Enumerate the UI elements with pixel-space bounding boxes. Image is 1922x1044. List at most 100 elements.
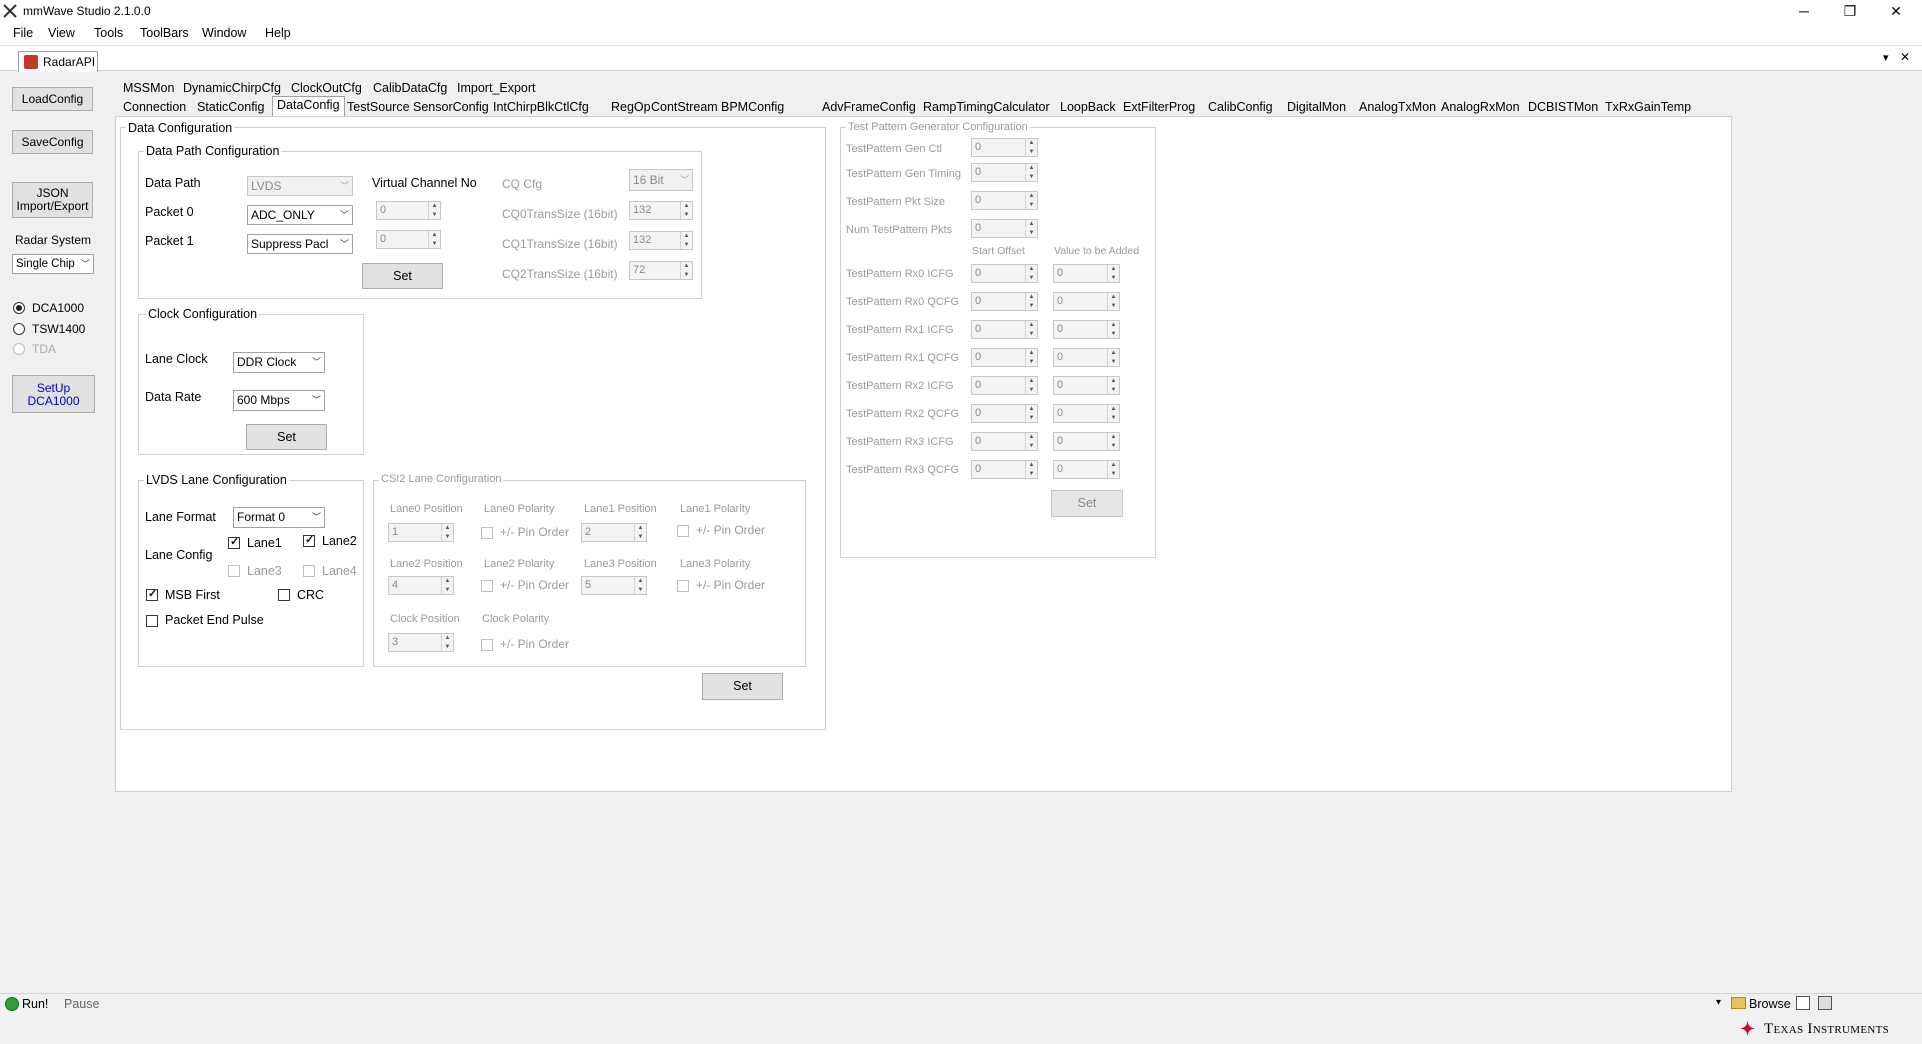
tab-clockoutcfg[interactable]: ClockOutCfg <box>286 79 367 97</box>
pause-button[interactable]: Pause <box>64 997 99 1011</box>
lane-config-label: Lane Config <box>145 548 213 562</box>
spin-down-icon: ▼ <box>680 241 692 249</box>
clock-set-button[interactable]: Set <box>246 424 327 450</box>
tab-advframeconfig[interactable]: AdvFrameConfig <box>817 98 921 116</box>
tab-mssmon[interactable]: MSSMon <box>118 79 179 97</box>
minimize-button[interactable]: ─ <box>1781 0 1827 22</box>
edit-icon[interactable] <box>1796 996 1810 1010</box>
tab-intchirpblkctlcfg[interactable]: IntChirpBlkCtlCfg <box>488 98 594 116</box>
radar-system-label: Radar System <box>15 233 92 247</box>
tab-testsource[interactable]: TestSource <box>342 98 415 116</box>
radar-system-select[interactable]: Single Chip ﹀ <box>12 254 94 274</box>
lane3-pin-order-checkbox <box>677 580 689 592</box>
doc-tab-radarapi[interactable]: RadarAPI <box>18 51 98 72</box>
lane-format-select[interactable]: Format 0 ﹀ <box>233 507 325 528</box>
packet-end-pulse-checkbox[interactable] <box>146 615 158 627</box>
menu-bar: File View Tools ToolBars Window Help <box>0 23 1922 45</box>
tab-extfilterprog[interactable]: ExtFilterProg <box>1118 98 1200 116</box>
clock-pin-order-label: +/- Pin Order <box>500 637 570 651</box>
tab-connection[interactable]: Connection <box>118 98 191 116</box>
radio-dca1000[interactable] <box>13 302 25 314</box>
tab-dcbistmon[interactable]: DCBISTMon <box>1523 98 1603 116</box>
tab-analogtxmon[interactable]: AnalogTxMon <box>1354 98 1441 116</box>
spin-up-icon: ▲ <box>1025 164 1037 172</box>
save-config-button[interactable]: SaveConfig <box>12 130 93 154</box>
tp-row-label: TestPattern Rx3 QCFG <box>846 464 960 476</box>
chevron-down-icon: ﹀ <box>311 357 321 367</box>
pkt-size-value: 0 <box>975 194 982 206</box>
tab-import-export[interactable]: Import_Export <box>452 79 541 97</box>
virtual-channel-0-stepper[interactable]: 0 ▲ ▼ <box>376 201 441 220</box>
close-button[interactable]: ✕ <box>1873 0 1919 22</box>
spin-up-icon: ▲ <box>1107 405 1119 413</box>
tp-value-value: 0 <box>1057 435 1064 447</box>
packet0-select[interactable]: ADC_ONLY ﹀ <box>247 205 353 225</box>
spin-up-icon: ▲ <box>1107 293 1119 301</box>
tab-analogrxmon[interactable]: AnalogRxMon <box>1436 98 1525 116</box>
restore-button[interactable]: ❐ <box>1827 0 1873 22</box>
tp-value-stepper: 0 ▲ ▼ <box>1053 460 1120 479</box>
tab-bpmconfig[interactable]: BPMConfig <box>716 98 789 116</box>
menu-file[interactable]: File <box>13 26 33 40</box>
doc-close-icon[interactable]: ✕ <box>1900 50 1910 64</box>
lane-format-value: Format 0 <box>237 510 286 524</box>
lane1-pin-order-checkbox <box>677 525 689 537</box>
radio-tda <box>13 343 25 355</box>
tab-row-2: Connection StaticConfig DataConfig TestSour… <box>118 96 1718 117</box>
lane0-pin-order-label: +/- Pin Order <box>500 525 570 539</box>
menu-tools[interactable]: Tools <box>94 26 123 40</box>
spin-down-icon: ▼ <box>634 533 646 541</box>
dropdown-arrow-icon[interactable]: ▾ <box>1716 997 1721 1008</box>
lane-clock-select[interactable]: DDR Clock ﹀ <box>233 352 325 373</box>
spin-down-icon[interactable]: ▼ <box>428 240 440 248</box>
msb-first-checkbox[interactable] <box>146 587 158 601</box>
tp-value-value: 0 <box>1057 407 1064 419</box>
load-config-button[interactable]: LoadConfig <box>12 87 93 111</box>
spin-up-icon[interactable]: ▲ <box>428 202 440 210</box>
virtual-channel-1-stepper[interactable]: 0 ▲ ▼ <box>376 230 441 249</box>
test-pattern-title: Test Pattern Generator Configuration <box>846 121 1030 133</box>
settings-icon[interactable] <box>1818 996 1832 1010</box>
tab-calibdatacfg[interactable]: CalibDataCfg <box>368 79 452 97</box>
spin-down-icon[interactable]: ▼ <box>428 211 440 219</box>
lane1-checkbox[interactable] <box>228 535 240 549</box>
data-path-value: LVDS <box>251 179 282 193</box>
lane2-checkbox[interactable] <box>303 533 315 547</box>
spin-up-icon: ▲ <box>634 524 646 532</box>
tab-digitalmon[interactable]: DigitalMon <box>1282 98 1351 116</box>
tab-ramptimingcalculator[interactable]: RampTimingCalculator <box>918 98 1055 116</box>
lane2-pos-stepper: 4 ▲ ▼ <box>388 576 454 595</box>
tab-staticconfig[interactable]: StaticConfig <box>192 98 269 116</box>
spin-up-icon[interactable]: ▲ <box>428 231 440 239</box>
menu-help[interactable]: Help <box>265 26 291 40</box>
run-button[interactable]: Run! <box>22 997 48 1011</box>
tab-txrxgaintemp[interactable]: TxRxGainTemp <box>1600 98 1696 116</box>
packet1-select[interactable]: Suppress Pacl ﹀ <box>247 234 353 254</box>
menu-window[interactable]: Window <box>202 26 246 40</box>
browse-button[interactable]: Browse <box>1749 997 1791 1011</box>
dropdown-arrow-icon[interactable]: ▾ <box>1883 51 1889 64</box>
spin-down-icon: ▼ <box>1025 470 1037 478</box>
tab-dataconfig[interactable]: DataConfig <box>272 96 345 116</box>
crc-checkbox[interactable] <box>278 589 290 601</box>
lane4-checkbox <box>303 565 315 577</box>
tab-sensorconfig[interactable]: SensorConfig <box>408 98 494 116</box>
radio-tsw1400[interactable] <box>13 323 25 335</box>
data-config-set-button[interactable]: Set <box>702 673 783 700</box>
tab-dynamicchirpcfg[interactable]: DynamicChirpCfg <box>178 79 286 97</box>
tp-value-stepper: 0 ▲ ▼ <box>1053 404 1120 423</box>
tab-loopback[interactable]: LoopBack <box>1055 98 1121 116</box>
tab-calibconfig[interactable]: CalibConfig <box>1203 98 1278 116</box>
spin-down-icon: ▼ <box>1025 330 1037 338</box>
json-import-export-button[interactable]: JSON Import/Export <box>12 182 93 218</box>
data-path-set-button[interactable]: Set <box>362 263 443 289</box>
menu-view[interactable]: View <box>48 26 75 40</box>
tp-value-stepper: 0 ▲ ▼ <box>1053 292 1120 311</box>
spin-down-icon: ▼ <box>1107 442 1119 450</box>
spin-down-icon: ▼ <box>680 271 692 279</box>
data-rate-select[interactable]: 600 Mbps ﹀ <box>233 390 325 411</box>
gen-timing-value: 0 <box>975 166 982 178</box>
menu-toolbars[interactable]: ToolBars <box>140 26 189 40</box>
setup-dca1000-button[interactable]: SetUp DCA1000 <box>12 375 95 413</box>
tab-contstream[interactable]: ContStream <box>646 98 723 116</box>
